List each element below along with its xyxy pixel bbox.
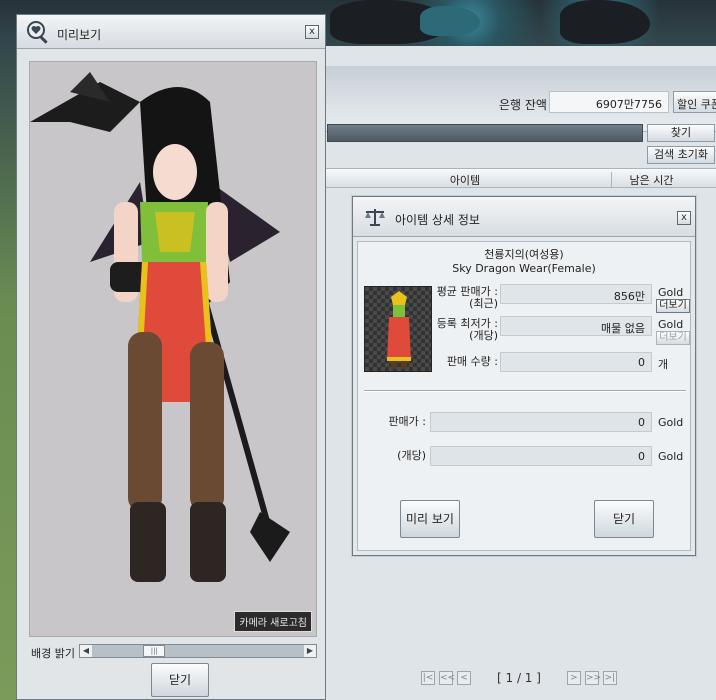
item-detail-title: 아이템 상세 정보 [395,213,480,227]
min-price-label: 등록 최저가 : (개당) [436,317,498,342]
scale-icon [365,209,385,226]
slider-right-arrow-icon[interactable]: ▶ [304,645,316,657]
column-item[interactable]: 아이템 [405,172,525,188]
prev-pages-button[interactable]: << [439,671,455,685]
item-detail-dialog: 아이템 상세 정보 x 천룡지의(여성용) Sky Dragon Wear(Fe… [352,196,696,556]
reset-search-button[interactable]: 검색 초기화 [647,146,715,164]
brightness-slider[interactable]: ◀ ||| ▶ [79,644,317,658]
avg-price-more-button[interactable]: 더보기 [656,299,690,313]
per-unit-label: (개당) [397,449,426,462]
close-icon[interactable]: x [677,211,691,225]
per-unit-value: 0 [430,446,652,466]
search-input[interactable] [327,124,643,142]
column-remaining-time[interactable]: 남은 시간 [611,172,691,188]
last-page-button[interactable]: >| [602,671,617,685]
background-dragon-shape [560,0,650,44]
camera-reset-button[interactable]: 카메라 새로고침 [234,611,312,632]
next-pages-button[interactable]: >> [584,671,601,685]
min-price-more-button[interactable]: 더보기 [656,331,690,345]
sell-price-label: 판매가 : [388,415,426,428]
pagination: |< << < [ 1 / 1 ] > >> >| [421,670,651,686]
dress-icon [387,291,411,369]
avg-price-label: 평균 판매가 : (최근) [436,285,498,310]
min-price-unit: Gold [658,318,684,331]
quantity-unit: 개 [658,358,669,371]
min-price-value: 매물 없음 [500,316,652,336]
divider [364,390,686,392]
auction-table-header: 아이템 남은 시간 [321,168,716,188]
preview-title: 미리보기 [57,28,102,42]
preview-titlebar[interactable]: 미리보기 x [17,15,325,49]
item-detail-body: 천룡지의(여성용) Sky Dragon Wear(Female) 평균 판매가… [357,241,691,551]
preview-window: 미리보기 x 카메라 새로고침 배경 밝기 ◀ ||| ▶ 닫기 [16,14,326,700]
brightness-label: 배경 밝기 [31,647,75,660]
search-button[interactable]: 찾기 [647,124,715,142]
close-icon[interactable]: x [305,25,319,39]
next-page-button[interactable]: > [566,671,581,685]
slider-left-arrow-icon[interactable]: ◀ [80,645,92,657]
slider-thumb[interactable]: ||| [143,645,166,657]
avg-price-unit: Gold [658,286,684,299]
bank-balance-label: 은행 잔액 [499,98,547,112]
prev-page-button[interactable]: < [457,671,471,685]
background-crystal-shape [420,6,480,36]
avg-price-value: 856만 [500,284,652,304]
item-detail-titlebar[interactable]: 아이템 상세 정보 x [353,197,695,237]
sell-price-unit: Gold [658,416,684,429]
first-page-button[interactable]: |< [421,671,435,685]
page-indicator: [ 1 / 1 ] [497,671,541,685]
item-thumbnail [364,286,432,372]
sell-price-input[interactable]: 0 [430,412,652,432]
preview-close-button[interactable]: 닫기 [151,663,209,697]
magnifier-heart-icon [27,21,48,44]
character-preview-stage[interactable]: 카메라 새로고침 [29,61,317,637]
per-unit-unit: Gold [658,450,684,463]
bank-balance-value: 6907만7756 [549,91,669,113]
close-button[interactable]: 닫기 [594,500,654,538]
quantity-label: 판매 수량 : [446,355,498,368]
preview-button[interactable]: 미리 보기 [400,500,460,538]
character-model [30,72,290,582]
discount-coupon-button[interactable]: 할인 쿠폰 [673,91,716,113]
item-name-english: Sky Dragon Wear(Female) [452,262,596,275]
item-name-korean: 천룡지의(여성용) [484,248,564,261]
quantity-value: 0 [500,352,652,372]
